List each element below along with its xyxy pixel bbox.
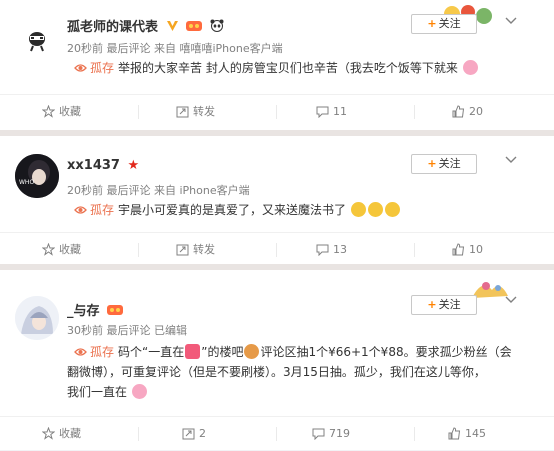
pig-emoji-icon [462,60,478,75]
collect-button[interactable]: 收藏 [41,233,81,267]
comment-icon [316,106,329,119]
comment-text: 码个“一直在 [118,345,185,359]
comment-icon [316,244,329,257]
comment-text: 我们一直在 [67,385,128,399]
comment-line: 翻微博），可重复评论（但是不要刷楼）。3月15日抽。孤少，我们在这儿等你， [67,362,534,382]
comment-button[interactable]: 13 [316,233,347,267]
tag-link[interactable]: 孤存 [90,203,114,217]
plus-icon: + [427,298,437,311]
comment-text: 翻微博），可重复评论（但是不要刷楼）。3月15日抽。孤少，我们在这儿等你， [67,365,486,379]
follow-button[interactable]: + 关注 [411,295,477,315]
tag-link[interactable]: 孤存 [90,345,114,359]
crying-emoji-icon [367,202,383,217]
vip-badge-icon [186,19,203,36]
eye-icon [74,344,87,357]
post-meta: 20秒前 最后评论 来自 嘻嘻嘻iPhone客户端 [67,42,283,55]
action-bar: 收藏 2 719 145 [0,416,554,450]
eye-icon [74,202,87,215]
chevron-down-icon[interactable] [504,13,518,27]
divider [138,427,139,441]
tag-link[interactable]: 孤存 [90,61,114,75]
like-button[interactable]: 10 [452,233,483,267]
action-bar: 收藏 转发 13 10 [0,232,554,266]
verified-v-icon [166,19,179,36]
hot-comment: 孤存 码个“一直在 ”的楼吧 评论区抽1个¥66+1个¥88。要求孤少粉丝（会 翻微博… [67,342,534,402]
plus-icon: + [427,157,437,170]
like-button[interactable]: 20 [452,95,483,129]
crying-emoji-icon [350,202,366,217]
comment-line: 我们一直在 [67,382,534,402]
divider [414,105,415,119]
avatar[interactable]: WHO [15,154,59,198]
divider [276,243,277,257]
post-card: _与存 30秒前 最后评论 已编辑 + 关注 孤存 码个“一直在 ”的楼吧 评论区抽1个… [0,270,554,450]
follow-button[interactable]: + 关注 [411,14,477,34]
collect-button[interactable]: 收藏 [41,95,81,129]
comment-text: 宇晨小可爱真的是真爱了，又来送魔法书了 [118,203,347,217]
avatar[interactable] [15,296,59,340]
star-icon [41,242,56,256]
repost-icon [182,428,195,440]
user-name[interactable]: xx1437 ★ [67,158,139,173]
repost-icon [176,244,189,256]
star-icon [41,426,56,440]
repost-button[interactable]: 2 [182,417,206,451]
doge-emoji-icon [244,344,260,359]
avatar[interactable] [15,16,59,60]
pig-emoji-icon [131,384,147,399]
heart-emoji-icon [185,344,201,359]
thumbs-up-icon [448,427,461,440]
hot-comment: 孤存 举报的大家辛苦 封人的房管宝贝们也辛苦（我去吃个饭等下就来 [74,58,479,78]
plus-icon: + [427,17,437,30]
comment-line: 孤存 码个“一直在 ”的楼吧 评论区抽1个¥66+1个¥88。要求孤少粉丝（会 [74,342,534,362]
thumbs-up-icon [452,243,465,256]
divider [138,243,139,257]
repost-button[interactable]: 转发 [176,95,215,129]
panda-icon [210,19,224,36]
user-name[interactable]: _与存 [67,300,124,320]
divider [414,243,415,257]
repost-button[interactable]: 转发 [176,233,215,267]
collect-button[interactable]: 收藏 [41,417,81,451]
repost-icon [176,106,189,118]
divider [276,105,277,119]
svg-text:WHO: WHO [19,179,34,186]
like-button[interactable]: 145 [448,417,486,451]
hot-comment: 孤存 宇晨小可爱真的是真爱了，又来送魔法书了 [74,200,401,220]
divider [414,427,415,441]
divider [276,427,277,441]
star-icon [41,104,56,118]
vip-badge-icon [107,303,124,320]
post-meta: 30秒前 最后评论 已编辑 [67,324,187,337]
post-card: 孤老师的课代表 20秒前 最后评论 来自 嘻嘻嘻iPhone客户端 + 关注 孤存… [0,0,554,130]
post-card: WHO xx1437 ★ 20秒前 最后评论 来自 iPhone客户端 + 关注 … [0,136,554,264]
divider [138,105,139,119]
comment-button[interactable]: 719 [312,417,350,451]
crying-emoji-icon [384,202,400,217]
comment-button[interactable]: 11 [316,95,347,129]
post-meta: 20秒前 最后评论 来自 iPhone客户端 [67,184,250,197]
star-badge-icon: ★ [127,158,140,173]
thumbs-up-icon [452,105,465,118]
comment-text: ”的楼吧 [201,345,244,359]
comment-text: 评论区抽1个¥66+1个¥88。要求孤少粉丝（会 [260,345,512,359]
chevron-down-icon[interactable] [504,152,518,166]
chevron-down-icon[interactable] [504,292,518,306]
comment-text: 举报的大家辛苦 封人的房管宝贝们也辛苦（我去吃个饭等下就来 [118,61,458,75]
follow-button[interactable]: + 关注 [411,154,477,174]
user-name[interactable]: 孤老师的课代表 [67,16,224,36]
comment-icon [312,428,325,441]
action-bar: 收藏 转发 11 20 [0,94,554,128]
eye-icon [74,60,87,73]
